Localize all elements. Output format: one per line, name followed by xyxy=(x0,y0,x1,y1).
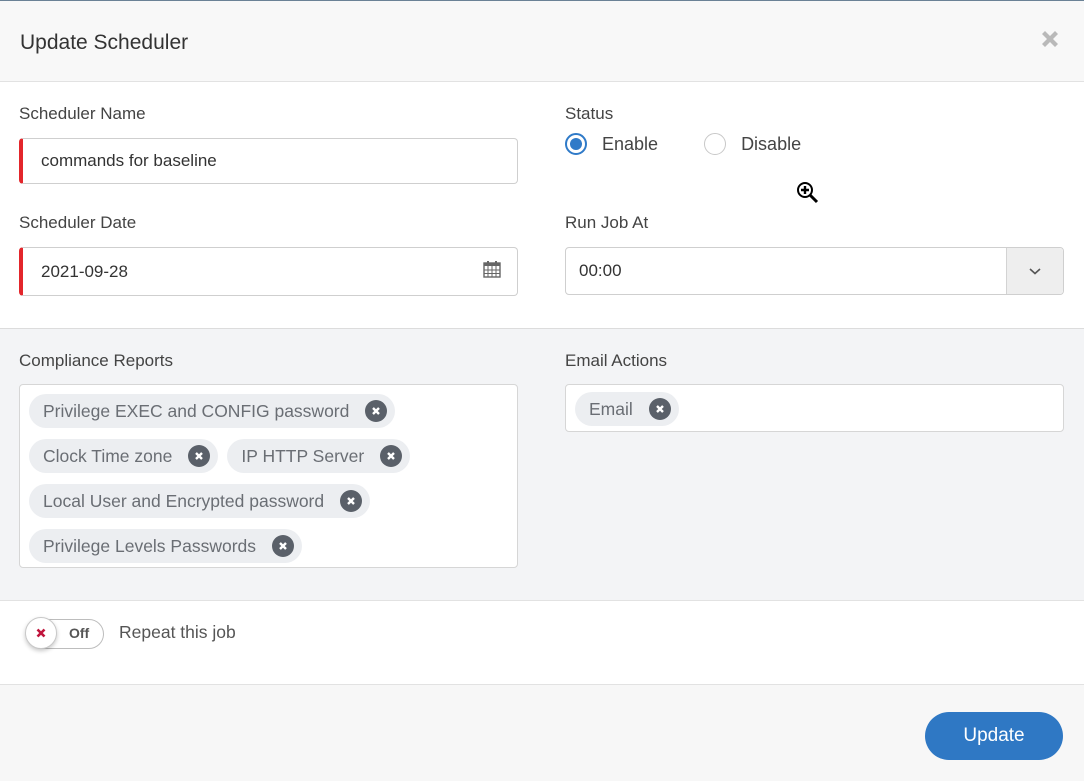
compliance-reports-multiselect[interactable]: Privilege EXEC and CONFIG password Clock… xyxy=(19,384,518,568)
tag-label: Email xyxy=(589,398,633,419)
general-section: Scheduler Name commands for baseline Sta… xyxy=(0,82,1084,329)
remove-tag-icon[interactable] xyxy=(380,445,403,467)
zoom-in-cursor-icon xyxy=(795,180,821,206)
compliance-report-tag: Privilege Levels Passwords xyxy=(29,529,303,563)
toggle-state-text: Off xyxy=(69,625,90,641)
dialog-title: Update Scheduler xyxy=(20,31,189,54)
repeat-job-label: Repeat this job xyxy=(119,622,236,642)
scheduler-name-label: Scheduler Name xyxy=(19,104,146,123)
remove-tag-icon[interactable] xyxy=(648,398,671,420)
run-job-at-value: 00:00 xyxy=(579,261,622,280)
email-actions-multiselect[interactable]: Email xyxy=(565,384,1064,432)
compliance-report-tag: Privilege EXEC and CONFIG password xyxy=(29,394,396,428)
status-disable-label: Disable xyxy=(741,133,802,154)
tag-label: IP HTTP Server xyxy=(241,445,365,466)
compliance-report-tag: IP HTTP Server xyxy=(227,439,411,473)
dialog-header: Update Scheduler xyxy=(0,1,1084,82)
status-enable-radio[interactable]: Enable xyxy=(565,133,658,155)
reports-section: Compliance Reports Privilege EXEC and CO… xyxy=(0,329,1084,601)
repeat-section: Off Repeat this job xyxy=(0,601,1084,685)
compliance-report-tag: Clock Time zone xyxy=(29,439,219,473)
update-button[interactable]: Update xyxy=(925,712,1063,760)
remove-tag-icon[interactable] xyxy=(272,535,295,557)
remove-tag-icon[interactable] xyxy=(340,490,363,512)
status-label: Status xyxy=(565,104,614,123)
email-actions-label: Email Actions xyxy=(565,351,668,370)
toggle-knob[interactable] xyxy=(25,617,57,649)
run-job-at-select[interactable]: 00:00 xyxy=(565,247,1064,295)
dialog-footer: Update xyxy=(0,685,1084,781)
scheduler-name-input[interactable]: commands for baseline xyxy=(19,138,518,184)
compliance-report-tag: Local User and Encrypted password xyxy=(29,484,371,518)
close-icon[interactable] xyxy=(1038,27,1062,51)
status-radio-group: Enable Disable xyxy=(565,133,847,155)
status-disable-radio[interactable]: Disable xyxy=(704,133,801,155)
compliance-reports-label: Compliance Reports xyxy=(19,351,174,370)
scheduler-date-input[interactable]: 2021-09-28 xyxy=(19,247,518,296)
radio-unchecked-icon[interactable] xyxy=(704,133,727,155)
tag-label: Privilege EXEC and CONFIG password xyxy=(43,400,350,421)
chevron-down-icon xyxy=(1029,268,1041,275)
tag-label: Clock Time zone xyxy=(43,445,173,466)
status-enable-label: Enable xyxy=(602,133,659,154)
tag-label: Local User and Encrypted password xyxy=(43,490,325,511)
remove-tag-icon[interactable] xyxy=(365,400,388,422)
scheduler-date-label: Scheduler Date xyxy=(19,213,137,232)
toggle-off-x-icon xyxy=(36,628,46,638)
radio-checked-icon[interactable] xyxy=(565,133,587,155)
scheduler-name-value: commands for baseline xyxy=(41,151,217,170)
tag-label: Privilege Levels Passwords xyxy=(43,535,257,556)
remove-tag-icon[interactable] xyxy=(188,445,211,467)
run-job-at-label: Run Job At xyxy=(565,213,649,232)
run-job-at-dropdown-button[interactable] xyxy=(1006,248,1063,294)
email-action-tag: Email xyxy=(575,392,679,426)
calendar-icon[interactable] xyxy=(483,260,501,278)
repeat-job-toggle[interactable]: Off xyxy=(25,617,104,649)
scheduler-date-value: 2021-09-28 xyxy=(41,261,128,281)
